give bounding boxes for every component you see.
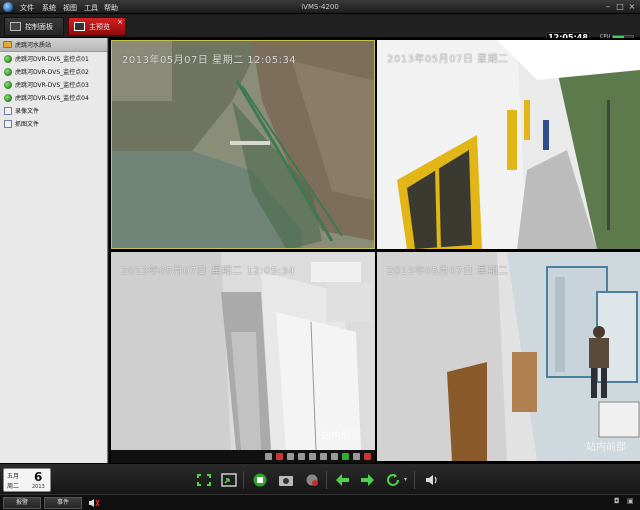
camera-feed-image xyxy=(112,41,374,248)
menu-system[interactable]: 系统 xyxy=(42,3,56,13)
camera-item-01[interactable]: 虎跳河DVR-DVS_监控点01 xyxy=(0,52,107,65)
camera-icon xyxy=(4,54,12,63)
separator xyxy=(326,471,327,489)
camera-label: 虎跳河DVR-DVS_监控点02 xyxy=(15,69,89,76)
ptz-icon[interactable] xyxy=(309,453,316,460)
camera-icon xyxy=(4,93,12,102)
status-icon xyxy=(342,453,349,460)
menu-help[interactable]: 帮助 xyxy=(104,3,118,13)
record-icon[interactable] xyxy=(276,453,283,460)
separator xyxy=(414,471,415,489)
refresh-icon[interactable] xyxy=(385,473,401,487)
camera-label: 虎跳河DVR-DVS_监控点04 xyxy=(15,95,89,102)
menu-tools[interactable]: 工具 xyxy=(84,3,98,13)
video-pane-4[interactable]: 2013年05月07日 星期二 站内前部 xyxy=(377,252,640,461)
folder-icon xyxy=(3,41,12,48)
info-icon[interactable] xyxy=(353,453,360,460)
record-file-icon xyxy=(4,106,12,115)
app-logo-icon xyxy=(3,2,13,12)
layout-icon[interactable] xyxy=(221,473,237,487)
camera-label: 虎跳河DVR-DVS_监控点03 xyxy=(15,82,89,89)
stop-icon[interactable] xyxy=(265,453,272,460)
menu-file[interactable]: 文件 xyxy=(20,3,34,13)
camera-feed-image xyxy=(377,252,640,461)
snapshot-file-icon xyxy=(4,119,12,128)
record-files-label: 录像文件 xyxy=(15,108,40,115)
dropdown-arrow-icon[interactable]: ▾ xyxy=(404,476,407,483)
audio-icon[interactable] xyxy=(423,473,439,487)
device-group[interactable]: 虎跳河水质站 xyxy=(0,38,107,52)
tab-label: 主预览 xyxy=(89,22,110,31)
camera-feed-image xyxy=(377,40,640,249)
video-caption: 站内前部 xyxy=(586,442,626,453)
camera-icon xyxy=(4,67,12,76)
device-tree: 虎跳河水质站 虎跳河DVR-DVS_监控点01 虎跳河DVR-DVS_监控点02… xyxy=(0,38,108,463)
tab-label: 控制面板 xyxy=(25,22,53,31)
date-year: 2013 xyxy=(32,484,45,490)
video-osd: 2013年05月07日 星期二 12:05:34 xyxy=(121,266,296,277)
monitor-icon xyxy=(74,22,85,31)
title-bar: 文件 系统 视图 工具 帮助 iVMS-4200 – □ × xyxy=(0,0,640,14)
previous-icon[interactable] xyxy=(334,473,350,487)
video-osd: 2013年05月07日 星期二 xyxy=(387,266,509,277)
video-pane-2[interactable]: 2013年05月07日 星期二 xyxy=(377,40,640,249)
fullscreen-icon[interactable] xyxy=(196,473,212,487)
video-caption: 站内后部 xyxy=(321,431,361,442)
alarm-tab[interactable]: 报警 xyxy=(3,497,41,509)
camera-label: 虎跳河DVR-DVS_监控点01 xyxy=(15,56,89,63)
pane-toolbar xyxy=(111,450,375,463)
date-weekday: 周二 xyxy=(7,483,20,490)
tab-main-preview[interactable]: 主预览 × xyxy=(68,17,126,36)
date-day: 6 xyxy=(34,470,43,484)
snapshot-files-label: 抓图文件 xyxy=(15,121,40,128)
tab-bar: 控制面板 主预览 × 12:05:48 2013-05-07 CPU 网络 xyxy=(0,14,640,49)
camera-icon xyxy=(4,80,12,89)
playback-control-bar: 五月 周二 6 2013 ▾ xyxy=(0,463,640,494)
event-tab[interactable]: 事件 xyxy=(44,497,82,509)
close-icon[interactable]: × xyxy=(627,2,637,12)
separator xyxy=(243,471,244,489)
mute-icon[interactable] xyxy=(364,453,371,460)
microphone-icon[interactable] xyxy=(287,453,294,460)
next-icon[interactable] xyxy=(360,473,376,487)
camera-feed-image xyxy=(111,252,375,450)
panel-toggle-icon[interactable]: ▣ xyxy=(627,497,634,505)
device-group-label: 虎跳河水质站 xyxy=(15,42,52,49)
snapshot-icon[interactable] xyxy=(278,473,294,487)
control-panel-icon xyxy=(10,22,21,31)
camera-item-03[interactable]: 虎跳河DVR-DVS_监控点03 xyxy=(0,78,107,91)
video-grid: 2013年05月07日 星期二 12:05:34 2013年05月07日 星期二 xyxy=(109,38,640,463)
video-pane-3[interactable]: 2013年05月07日 星期二 12:05:34 站内后部 xyxy=(111,252,375,450)
alarm-icon[interactable] xyxy=(304,473,320,487)
video-osd: 2013年05月07日 星期二 12:05:34 xyxy=(122,55,297,66)
camera-item-02[interactable]: 虎跳河DVR-DVS_监控点02 xyxy=(0,65,107,78)
date-widget: 五月 周二 6 2013 xyxy=(3,468,51,492)
stop-all-icon[interactable] xyxy=(252,473,268,487)
zoom-icon[interactable] xyxy=(298,453,305,460)
video-osd: 2013年05月07日 星期二 xyxy=(387,54,509,65)
maximize-icon[interactable]: □ xyxy=(615,2,625,12)
status-bar: 报警 事件 ◘ ▣ xyxy=(0,494,640,510)
video-pane-1[interactable]: 2013年05月07日 星期二 12:05:34 xyxy=(111,40,375,249)
snapshot-files-item[interactable]: 抓图文件 xyxy=(0,117,107,130)
minimize-icon[interactable]: – xyxy=(603,2,613,12)
menu-view[interactable]: 视图 xyxy=(63,3,77,13)
tab-close-icon[interactable]: × xyxy=(117,18,123,26)
sound-icon[interactable] xyxy=(88,498,100,508)
settings-icon[interactable] xyxy=(331,453,338,460)
tab-control-panel[interactable]: 控制面板 xyxy=(4,17,64,36)
date-month: 五月 xyxy=(7,473,20,480)
camera-item-04[interactable]: 虎跳河DVR-DVS_监控点04 xyxy=(0,91,107,104)
snapshot-icon[interactable] xyxy=(320,453,327,460)
restore-icon[interactable]: ◘ xyxy=(614,497,620,505)
record-files-item[interactable]: 录像文件 xyxy=(0,104,107,117)
